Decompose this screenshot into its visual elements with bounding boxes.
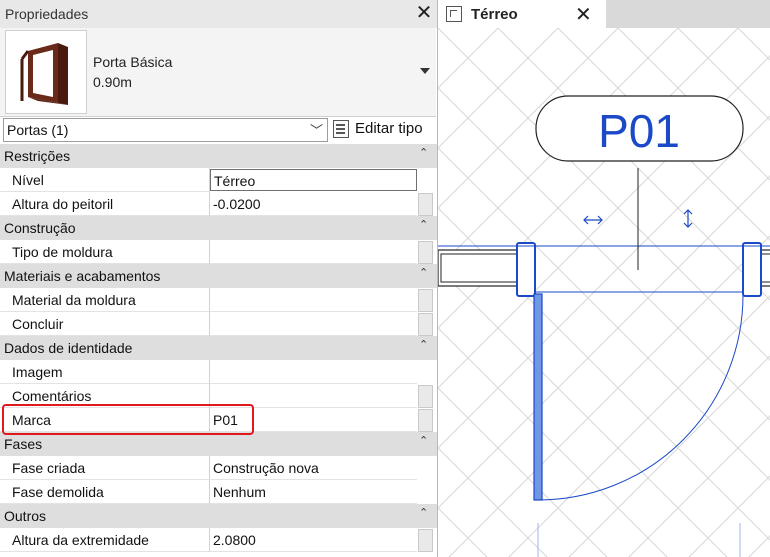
property-name: Altura da extremidade: [12, 532, 149, 548]
highlight-box: [2, 404, 254, 435]
property-name: Comentários: [12, 388, 92, 404]
property-value-field[interactable]: [210, 312, 417, 336]
property-row[interactable]: Concluir: [0, 312, 437, 336]
property-value: Térreo: [214, 173, 256, 189]
section-label: Construção: [4, 220, 76, 236]
property-edit-button[interactable]: [418, 241, 433, 264]
property-row[interactable]: Altura da extremidade 2.0800: [0, 528, 437, 552]
section-construcao[interactable]: Construção ⌃: [0, 216, 437, 240]
property-name: Altura do peitoril: [12, 196, 114, 212]
property-name: Imagem: [12, 364, 63, 380]
property-name-cell: Tipo de moldura: [0, 240, 210, 264]
collapse-icon[interactable]: ⌃: [419, 266, 428, 279]
properties-titlebar: Propriedades ✕: [0, 0, 437, 28]
property-name-cell: Material da moldura: [0, 288, 210, 312]
filter-value: Portas (1): [7, 122, 69, 138]
property-value-field[interactable]: Térreo: [210, 169, 417, 191]
wall-left[interactable]: [438, 249, 523, 287]
section-fases[interactable]: Fases ⌃: [0, 432, 437, 456]
door-leaf[interactable]: [533, 293, 543, 501]
properties-title: Propriedades: [5, 6, 89, 22]
section-label: Fases: [4, 436, 43, 452]
property-value-field[interactable]: [210, 288, 417, 312]
door-thumbnail: [5, 30, 87, 114]
door-frame-left[interactable]: [516, 242, 536, 297]
section-label: Outros: [4, 508, 47, 524]
property-name: Material da moldura: [12, 292, 136, 308]
floor-plan-view[interactable]: Térreo ✕ P01: [438, 0, 770, 557]
property-value-field[interactable]: 2.0800: [210, 528, 417, 552]
property-row[interactable]: Material da moldura: [0, 288, 437, 312]
edit-type-button[interactable]: Editar tipo: [333, 116, 433, 142]
property-value: 2.0800: [213, 532, 256, 548]
section-outros[interactable]: Outros ⌃: [0, 504, 437, 528]
property-row[interactable]: Tipo de moldura: [0, 240, 437, 264]
property-row[interactable]: Nível Térreo: [0, 168, 437, 192]
property-name: Fase demolida: [12, 484, 104, 500]
property-value-field[interactable]: [210, 360, 417, 384]
property-name-cell: Altura da extremidade: [0, 528, 210, 552]
properties-grid: Restrições ⌃ Nível Térreo Altura do peit…: [0, 144, 437, 552]
chevron-down-icon[interactable]: [420, 68, 430, 74]
property-name: Fase criada: [12, 460, 86, 476]
section-materiais[interactable]: Materiais e acabamentos ⌃: [0, 264, 437, 288]
collapse-icon[interactable]: ⌃: [419, 338, 428, 351]
tab-terreo[interactable]: Térreo ✕: [438, 0, 606, 28]
section-label: Restrições: [4, 148, 71, 164]
property-edit-button[interactable]: [418, 529, 433, 552]
property-name-cell: Concluir: [0, 312, 210, 336]
collapse-icon[interactable]: ⌃: [419, 434, 428, 447]
close-icon[interactable]: ✕: [414, 2, 434, 24]
section-label: Materiais e acabamentos: [4, 268, 161, 284]
property-name-cell: Altura do peitoril: [0, 192, 210, 216]
property-value-field[interactable]: Nenhum: [210, 480, 417, 504]
property-value-field[interactable]: Construção nova: [210, 456, 417, 480]
property-name-cell: Nível: [0, 168, 210, 192]
property-edit-button[interactable]: [418, 193, 433, 216]
property-edit-button[interactable]: [418, 313, 433, 336]
floor-plan-icon: [446, 6, 462, 22]
tab-label: Térreo: [471, 6, 518, 23]
property-edit-button[interactable]: [418, 289, 433, 312]
door-frame-right[interactable]: [742, 242, 762, 297]
edit-type-label: Editar tipo: [355, 120, 423, 137]
property-edit-button[interactable]: [418, 409, 433, 432]
type-name: Porta Básica: [93, 54, 173, 70]
property-value: Nenhum: [213, 484, 266, 500]
view-tab-bar: Térreo ✕: [438, 0, 770, 28]
door-tag-label: P01: [598, 105, 680, 157]
property-name-cell: Fase demolida: [0, 480, 210, 504]
collapse-icon[interactable]: ⌃: [419, 146, 428, 159]
section-restricoes[interactable]: Restrições ⌃: [0, 144, 437, 168]
section-label: Dados de identidade: [4, 340, 133, 356]
property-row[interactable]: Imagem: [0, 360, 437, 384]
property-edit-button[interactable]: [418, 385, 433, 408]
property-name: Nível: [12, 172, 44, 188]
property-row[interactable]: Fase criada Construção nova: [0, 456, 437, 480]
type-size: 0.90m: [93, 74, 132, 90]
property-value: -0.0200: [213, 196, 261, 212]
edit-type-icon: [333, 120, 349, 138]
property-row[interactable]: Fase demolida Nenhum: [0, 480, 437, 504]
property-value-field[interactable]: [210, 240, 417, 264]
property-value: Construção nova: [213, 460, 319, 476]
property-name: Tipo de moldura: [12, 244, 113, 260]
section-dados-identidade[interactable]: Dados de identidade ⌃: [0, 336, 437, 360]
type-selector[interactable]: Porta Básica 0.90m: [0, 28, 436, 117]
chevron-down-icon: ﹀: [309, 123, 323, 138]
property-name-cell: Imagem: [0, 360, 210, 384]
property-name-cell: Fase criada: [0, 456, 210, 480]
drawing-canvas[interactable]: P01: [438, 28, 770, 557]
property-value-field[interactable]: -0.0200: [210, 192, 417, 216]
collapse-icon[interactable]: ⌃: [419, 506, 428, 519]
property-row[interactable]: Altura do peitoril -0.0200: [0, 192, 437, 216]
instance-filter-dropdown[interactable]: Portas (1) ﹀: [3, 118, 328, 142]
property-name: Concluir: [12, 316, 64, 332]
close-icon[interactable]: ✕: [575, 2, 592, 27]
properties-panel: Propriedades ✕ Porta Básica 0.90m Portas…: [0, 0, 438, 557]
collapse-icon[interactable]: ⌃: [419, 218, 428, 231]
